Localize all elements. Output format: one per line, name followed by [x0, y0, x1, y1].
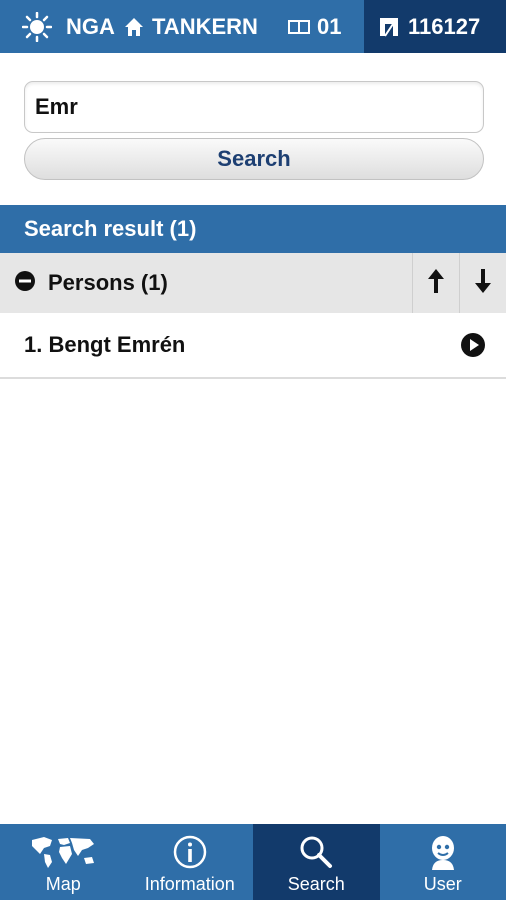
weather-indicator[interactable]: NGA: [0, 0, 118, 53]
world-map-icon: [28, 832, 98, 872]
persons-group-row: Persons (1): [0, 253, 506, 313]
persons-group-label: Persons (1): [48, 270, 168, 295]
result-list-item[interactable]: 1. Bengt Emrén: [0, 313, 506, 379]
arrow-down-icon: [474, 268, 492, 299]
tab-user-label: User: [423, 874, 462, 894]
top-status-bar: NGA TANKERN 01 116127: [0, 0, 506, 53]
info-icon: [172, 832, 208, 872]
tab-map[interactable]: Map: [0, 824, 127, 900]
id-indicator[interactable]: 116127: [364, 0, 506, 53]
tab-user[interactable]: User: [380, 824, 506, 900]
tab-information[interactable]: Information: [127, 824, 254, 900]
counter-indicator[interactable]: 01: [278, 0, 364, 53]
user-icon: [425, 832, 461, 872]
sort-down-button[interactable]: [459, 253, 506, 313]
play-arrow-icon[interactable]: [460, 332, 486, 358]
sort-up-button[interactable]: [412, 253, 459, 313]
magnifier-icon: [298, 832, 334, 872]
flag-icon: [378, 16, 400, 38]
search-result-header: Search result (1): [0, 205, 506, 253]
counter-label: 01: [317, 13, 342, 39]
book-icon: [288, 19, 310, 35]
id-label: 116127: [408, 13, 481, 39]
weather-label: NGA: [66, 13, 115, 39]
search-input[interactable]: [24, 81, 484, 133]
home-icon: [124, 17, 144, 37]
persons-group-toggle[interactable]: Persons (1): [0, 253, 412, 313]
tab-search-label: Search: [287, 874, 345, 894]
tab-map-label: Map: [45, 874, 81, 894]
home-indicator[interactable]: TANKERN: [118, 0, 278, 53]
home-label: TANKERN: [152, 13, 258, 39]
search-panel: Search: [0, 53, 506, 205]
search-button[interactable]: Search: [24, 138, 484, 180]
bottom-tab-bar: Map Information Search User: [0, 824, 506, 900]
arrow-up-icon: [427, 268, 445, 299]
tab-search[interactable]: Search: [253, 824, 380, 900]
tab-information-label: Information: [144, 874, 235, 894]
result-item-label: 1. Bengt Emrén: [24, 332, 186, 357]
sun-icon: [22, 11, 52, 42]
collapse-minus-icon: [14, 270, 36, 297]
